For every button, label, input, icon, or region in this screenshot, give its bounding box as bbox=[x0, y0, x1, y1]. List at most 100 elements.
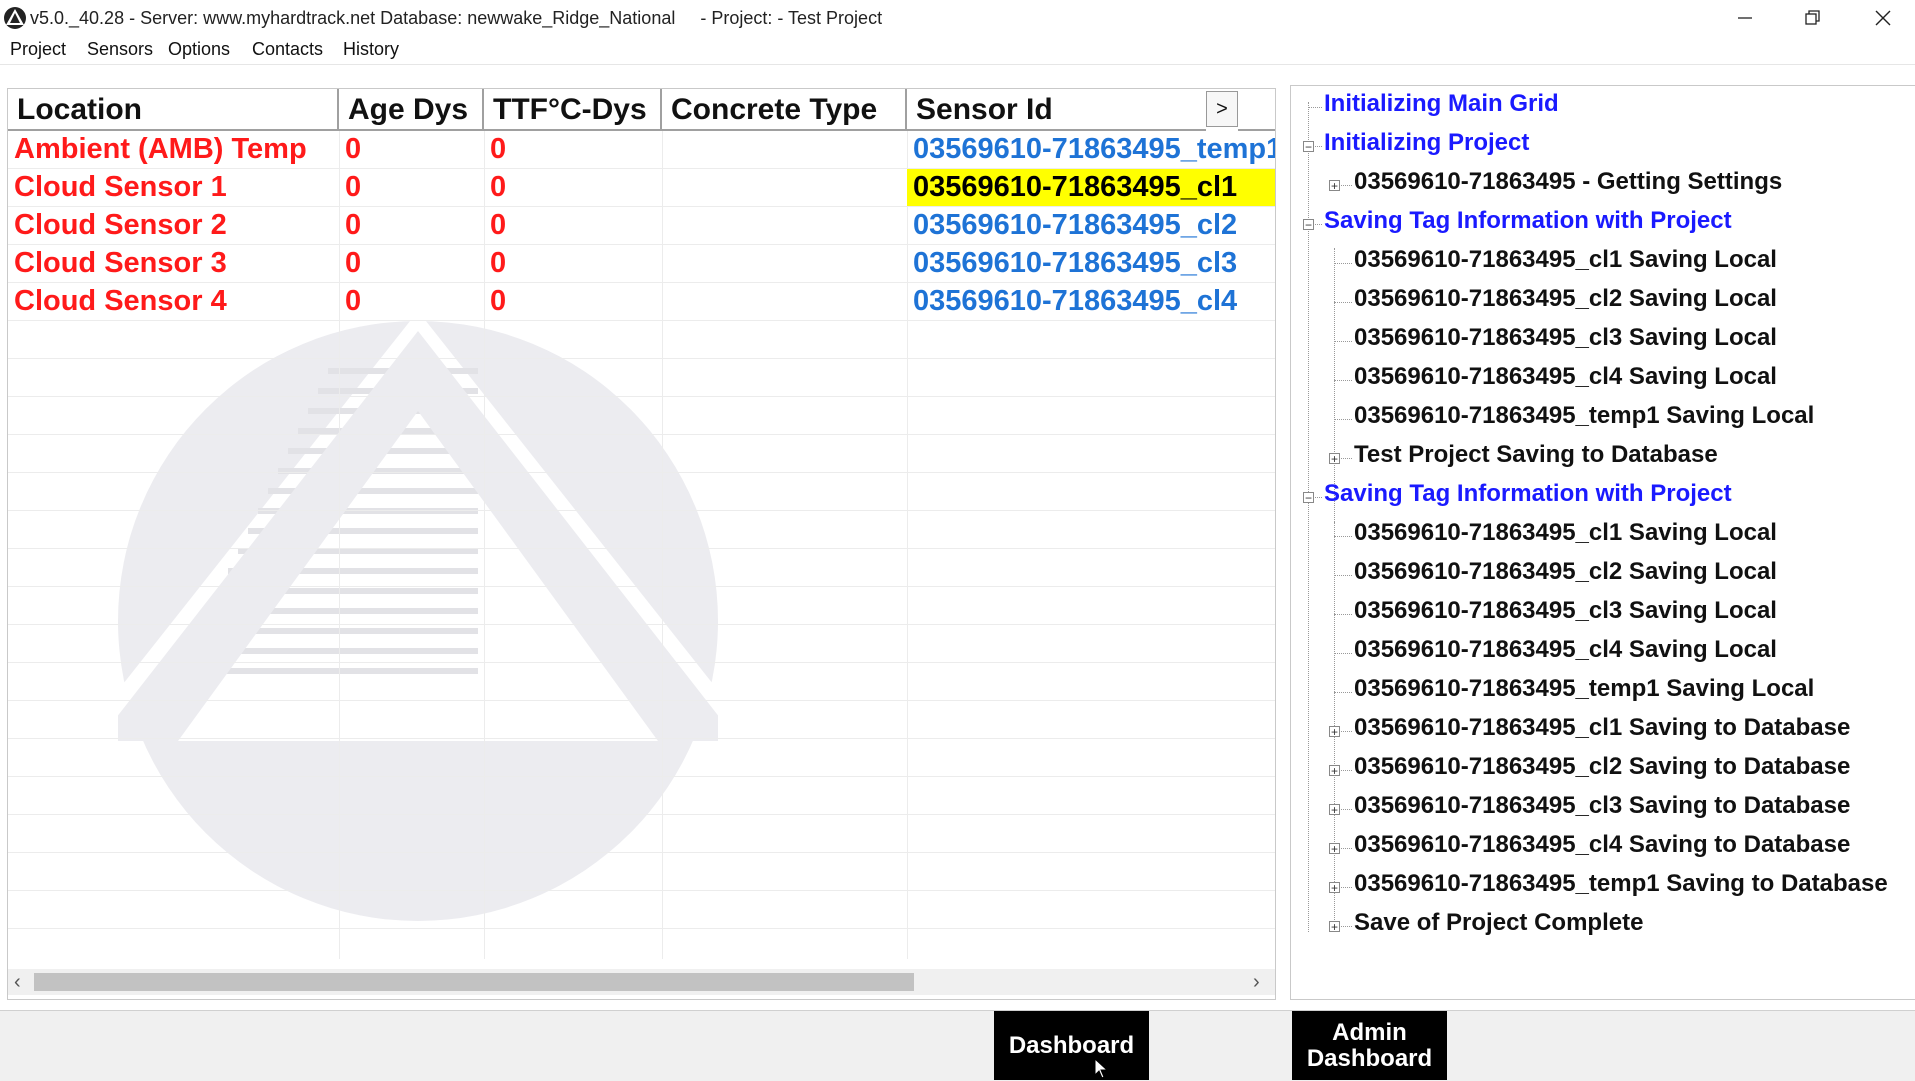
restore-button[interactable] bbox=[1778, 0, 1848, 36]
cell-location[interactable]: Cloud Sensor 4 bbox=[8, 283, 339, 320]
minimize-icon bbox=[1738, 17, 1752, 19]
tree-expand-icon[interactable]: + bbox=[1329, 843, 1340, 855]
grid-line bbox=[8, 738, 1275, 739]
admin-dashboard-label-line2: Dashboard bbox=[1306, 1044, 1433, 1072]
tree-node[interactable]: 03569610-71863495_cl2 Saving Local bbox=[1354, 558, 1777, 586]
menu-contacts[interactable]: Contacts bbox=[252, 39, 323, 60]
tree-connector bbox=[1334, 614, 1352, 615]
tree-expand-icon[interactable]: + bbox=[1329, 921, 1340, 933]
horizontal-scrollbar[interactable]: ‹ › bbox=[8, 969, 1275, 995]
cell-age[interactable]: 0 bbox=[339, 131, 484, 168]
tree-node[interactable]: 03569610-71863495_cl1 Saving to Database bbox=[1354, 714, 1850, 742]
tree-node[interactable]: 03569610-71863495_cl2 Saving Local bbox=[1354, 285, 1777, 313]
tree-expand-icon[interactable]: + bbox=[1329, 453, 1340, 465]
close-icon bbox=[1875, 10, 1891, 26]
tree-node[interactable]: 03569610-71863495_temp1 Saving Local bbox=[1354, 675, 1814, 703]
cell-concrete-type[interactable] bbox=[662, 283, 907, 320]
tree-expand-icon[interactable]: + bbox=[1329, 882, 1340, 894]
cell-ttf[interactable]: 0 bbox=[484, 245, 662, 282]
admin-dashboard-button[interactable]: Admin Dashboard bbox=[1292, 1011, 1447, 1080]
cell-location[interactable]: Ambient (AMB) Temp bbox=[8, 131, 339, 168]
tree-collapse-icon[interactable]: − bbox=[1303, 492, 1314, 504]
column-header-ttf[interactable]: TTF°C-Dys bbox=[484, 89, 662, 131]
scrollbar-thumb[interactable] bbox=[34, 973, 914, 991]
cell-ttf[interactable]: 0 bbox=[484, 283, 662, 320]
bottom-bar bbox=[0, 1010, 1915, 1081]
mouse-cursor-icon bbox=[1094, 1058, 1109, 1079]
tree-node[interactable]: 03569610-71863495_cl3 Saving Local bbox=[1354, 324, 1777, 352]
tree-node[interactable]: 03569610-71863495_cl2 Saving to Database bbox=[1354, 753, 1850, 781]
tree-node[interactable]: 03569610-71863495_cl4 Saving Local bbox=[1354, 363, 1777, 391]
tree-node[interactable]: 03569610-71863495_temp1 Saving Local bbox=[1354, 402, 1814, 430]
grid-line bbox=[8, 624, 1275, 625]
column-header-sensor-id[interactable]: Sensor Id bbox=[907, 89, 1206, 131]
tree-node[interactable]: 03569610-71863495_cl3 Saving Local bbox=[1354, 597, 1777, 625]
tree-node[interactable]: Test Project Saving to Database bbox=[1354, 441, 1718, 469]
cell-ttf[interactable]: 0 bbox=[484, 131, 662, 168]
tree-connector bbox=[1334, 536, 1352, 537]
cell-age[interactable]: 0 bbox=[339, 283, 484, 320]
close-button[interactable] bbox=[1848, 0, 1915, 36]
cell-sensor-id[interactable]: 03569610-71863495_cl4 bbox=[907, 283, 1275, 320]
column-scroll-right-button[interactable]: > bbox=[1206, 91, 1238, 127]
column-header-location[interactable]: Location bbox=[8, 89, 339, 131]
tree-node[interactable]: Saving Tag Information with Project bbox=[1324, 207, 1732, 235]
cell-age[interactable]: 0 bbox=[339, 207, 484, 244]
scroll-right-arrow-icon[interactable]: › bbox=[1253, 971, 1260, 994]
cell-concrete-type[interactable] bbox=[662, 245, 907, 282]
tree-collapse-icon[interactable]: − bbox=[1303, 219, 1314, 231]
menu-options[interactable]: Options bbox=[168, 39, 230, 60]
tree-node[interactable]: 03569610-71863495_cl4 Saving to Database bbox=[1354, 831, 1850, 859]
grid-line bbox=[8, 928, 1275, 929]
cell-age[interactable]: 0 bbox=[339, 169, 484, 206]
menu-sensors[interactable]: Sensors bbox=[87, 39, 153, 60]
cell-location[interactable]: Cloud Sensor 3 bbox=[8, 245, 339, 282]
cell-sensor-id[interactable]: 03569610-71863495_cl2 bbox=[907, 207, 1275, 244]
cell-location[interactable]: Cloud Sensor 1 bbox=[8, 169, 339, 206]
cell-concrete-type[interactable] bbox=[662, 131, 907, 168]
grid-line bbox=[8, 472, 1275, 473]
grid-line bbox=[8, 358, 1275, 359]
tree-expand-icon[interactable]: + bbox=[1329, 804, 1340, 816]
tree-connector bbox=[1334, 575, 1352, 576]
tree-node[interactable]: 03569610-71863495_cl3 Saving to Database bbox=[1354, 792, 1850, 820]
minimize-button[interactable] bbox=[1710, 0, 1780, 36]
grid-line bbox=[8, 700, 1275, 701]
cell-concrete-type[interactable] bbox=[662, 207, 907, 244]
tree-node[interactable]: Initializing Main Grid bbox=[1324, 90, 1559, 118]
tree-connector bbox=[1334, 692, 1352, 693]
tree-connector bbox=[1308, 107, 1322, 108]
tree-node[interactable]: Initializing Project bbox=[1324, 129, 1529, 157]
grid-line bbox=[8, 852, 1275, 853]
tree-node[interactable]: 03569610-71863495_temp1 Saving to Databa… bbox=[1354, 870, 1888, 898]
cell-location[interactable]: Cloud Sensor 2 bbox=[8, 207, 339, 244]
cell-sensor-id[interactable]: 03569610-71863495_cl3 bbox=[907, 245, 1275, 282]
watermark-logo bbox=[118, 321, 718, 921]
column-header-concrete-type[interactable]: Concrete Type bbox=[662, 89, 907, 131]
cell-concrete-type[interactable] bbox=[662, 169, 907, 206]
cell-sensor-id-selected[interactable]: 03569610-71863495_cl1 bbox=[907, 169, 1275, 206]
tree-expand-icon[interactable]: + bbox=[1329, 726, 1340, 738]
tree-connector bbox=[1334, 653, 1352, 654]
tree-node[interactable]: 03569610-71863495_cl4 Saving Local bbox=[1354, 636, 1777, 664]
tree-connector bbox=[1334, 263, 1352, 264]
tree-node[interactable]: 03569610-71863495_cl1 Saving Local bbox=[1354, 519, 1777, 547]
cell-ttf[interactable]: 0 bbox=[484, 169, 662, 206]
cell-age[interactable]: 0 bbox=[339, 245, 484, 282]
tree-node[interactable]: Save of Project Complete bbox=[1354, 909, 1643, 937]
tree-collapse-icon[interactable]: − bbox=[1303, 141, 1314, 153]
menu-history[interactable]: History bbox=[343, 39, 399, 60]
menu-project[interactable]: Project bbox=[10, 39, 66, 60]
dashboard-button[interactable]: Dashboard bbox=[994, 1011, 1149, 1080]
cell-sensor-id[interactable]: 03569610-71863495_temp1 bbox=[907, 131, 1275, 168]
cell-ttf[interactable]: 0 bbox=[484, 207, 662, 244]
tree-node[interactable]: 03569610-71863495 - Getting Settings bbox=[1354, 168, 1782, 196]
tree-node[interactable]: Saving Tag Information with Project bbox=[1324, 480, 1732, 508]
scroll-left-arrow-icon[interactable]: ‹ bbox=[14, 971, 21, 994]
grid-line bbox=[8, 396, 1275, 397]
tree-expand-icon[interactable]: + bbox=[1329, 765, 1340, 777]
menu-bar: Project Sensors Options Contacts History bbox=[0, 36, 1915, 65]
column-header-age[interactable]: Age Dys bbox=[339, 89, 484, 131]
tree-node[interactable]: 03569610-71863495_cl1 Saving Local bbox=[1354, 246, 1777, 274]
tree-expand-icon[interactable]: + bbox=[1329, 180, 1340, 192]
